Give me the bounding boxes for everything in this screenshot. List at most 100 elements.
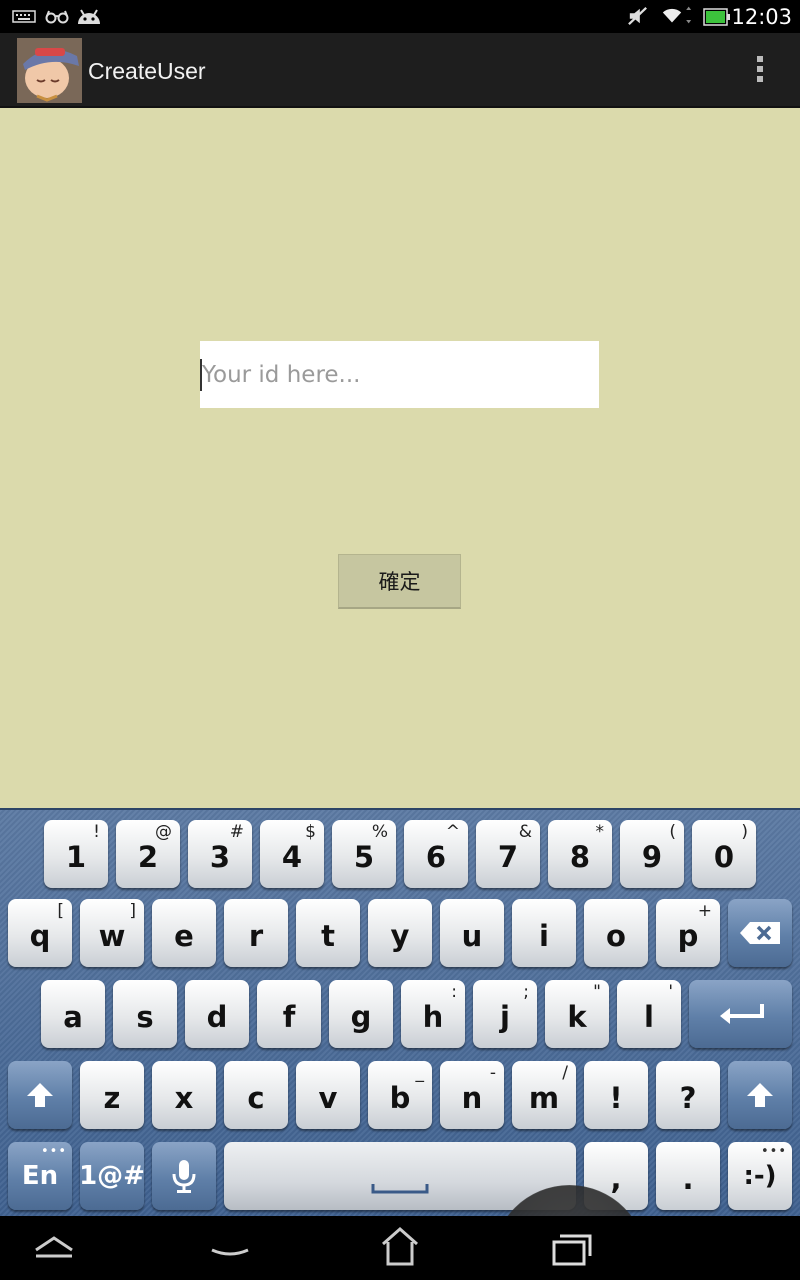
shift-key-right[interactable] — [728, 1061, 792, 1129]
key-9-label: 9 — [641, 840, 663, 874]
key-k[interactable]: k " — [545, 980, 609, 1048]
id-input[interactable] — [200, 341, 599, 408]
key-q[interactable]: q[ — [8, 899, 72, 967]
key-c[interactable]: c — [224, 1061, 288, 1129]
key-0[interactable]: 0) — [692, 820, 756, 888]
key-c-label: c — [247, 1081, 265, 1115]
key-t[interactable]: t — [296, 899, 360, 967]
key-0-alt-label: ) — [741, 822, 748, 842]
key-v[interactable]: v — [296, 1061, 360, 1129]
soft-keyboard: 1! 2 @3 #4 $5% 6 ^ 7 & 8 * 9(0) q[w] e r t y u i o p + a s d f g h:… — [0, 808, 800, 1216]
key-w-label: w — [98, 919, 126, 953]
key-o[interactable]: o — [584, 899, 648, 967]
key-m[interactable]: m / — [512, 1061, 576, 1129]
key-h-alt-label: : — [451, 982, 457, 1002]
key-8-alt-label: * — [595, 822, 605, 842]
key-j-alt-label: ; — [523, 982, 529, 1002]
backspace-key[interactable] — [728, 899, 792, 967]
key-y[interactable]: y — [368, 899, 432, 967]
shift-icon — [747, 1083, 773, 1107]
key-h[interactable]: h: — [401, 980, 465, 1048]
content-area: 確定 — [0, 108, 800, 808]
key-2-label: 2 — [137, 840, 159, 874]
key-7-alt-label: & — [518, 822, 532, 842]
key-p-alt-label: + — [697, 901, 712, 921]
recent-apps-icon[interactable] — [540, 1224, 600, 1272]
voice-input-key[interactable] — [152, 1142, 216, 1210]
key-m-label: m — [528, 1081, 560, 1115]
key-m-alt-label: / — [562, 1063, 568, 1083]
key-q-label: q — [29, 919, 51, 953]
key-l[interactable]: l ' — [617, 980, 681, 1048]
microphone-icon — [172, 1160, 196, 1193]
battery-icon — [703, 8, 730, 26]
key-x[interactable]: x — [152, 1061, 216, 1129]
key-5[interactable]: 5% — [332, 820, 396, 888]
key-7[interactable]: 7 & — [476, 820, 540, 888]
language-key[interactable]: En ••• — [8, 1142, 72, 1210]
key-i[interactable]: i — [512, 899, 576, 967]
shift-key-left[interactable] — [8, 1061, 72, 1129]
overflow-menu-icon[interactable] — [750, 56, 770, 88]
key-8[interactable]: 8 * — [548, 820, 612, 888]
key-u[interactable]: u — [440, 899, 504, 967]
key-v-label: v — [318, 1081, 338, 1115]
key-s[interactable]: s — [113, 980, 177, 1048]
key-n[interactable]: n- — [440, 1061, 504, 1129]
key-3[interactable]: 3 # — [188, 820, 252, 888]
key-g[interactable]: g — [329, 980, 393, 1048]
confirm-button[interactable]: 確定 — [338, 554, 461, 609]
key-1-label: 1 — [65, 840, 87, 874]
key-u-label: u — [461, 919, 483, 953]
space-bar-icon — [371, 1184, 429, 1194]
enter-key[interactable] — [689, 980, 792, 1048]
key-w[interactable]: w] — [80, 899, 144, 967]
key-o-label: o — [606, 919, 626, 953]
key-6[interactable]: 6 ^ — [404, 820, 468, 888]
key-f[interactable]: f — [257, 980, 321, 1048]
key-9[interactable]: 9( — [620, 820, 684, 888]
key-r[interactable]: r — [224, 899, 288, 967]
language-key-label: En — [21, 1161, 59, 1191]
no-sound-icon — [628, 6, 647, 26]
app-icon[interactable] — [17, 38, 82, 103]
key-h-label: h — [422, 1000, 444, 1034]
android-icon — [78, 9, 100, 24]
key-b[interactable]: b _ — [368, 1061, 432, 1129]
key-d-label: d — [206, 1000, 228, 1034]
key-3-label: 3 — [209, 840, 231, 874]
hide-keyboard-icon[interactable] — [200, 1224, 260, 1272]
key-2-alt-label: @ — [155, 822, 172, 842]
key-a[interactable]: a — [41, 980, 105, 1048]
key-e[interactable]: e — [152, 899, 216, 967]
key-1[interactable]: 1! — [44, 820, 108, 888]
key-b-label: b — [389, 1081, 411, 1115]
key-exclamation[interactable]: ! — [584, 1061, 648, 1129]
period-key[interactable]: . — [656, 1142, 720, 1210]
key-q-alt-label: [ — [57, 901, 64, 921]
key-e-label: e — [174, 919, 194, 953]
key-6-alt-label: ^ — [445, 822, 460, 842]
key-0-label: 0 — [713, 840, 735, 874]
key-question-label: ? — [679, 1081, 697, 1115]
key-4[interactable]: 4 $ — [260, 820, 324, 888]
key-d[interactable]: d — [185, 980, 249, 1048]
key-l-label: l — [644, 1000, 654, 1034]
avatar-icon — [17, 38, 82, 103]
smiley-key[interactable]: :-) ••• — [728, 1142, 792, 1210]
key-z[interactable]: z — [80, 1061, 144, 1129]
key-5-alt-label: % — [371, 822, 388, 842]
enter-icon — [719, 1004, 764, 1024]
key-2[interactable]: 2 @ — [116, 820, 180, 888]
key-question[interactable]: ? — [656, 1061, 720, 1129]
back-icon[interactable] — [24, 1224, 84, 1272]
home-icon[interactable] — [370, 1224, 430, 1272]
key-j[interactable]: j; — [473, 980, 537, 1048]
comma-key-label: , — [610, 1162, 622, 1196]
key-p[interactable]: p + — [656, 899, 720, 967]
key-t-label: t — [321, 919, 335, 953]
key-y-label: y — [390, 919, 410, 953]
symbols-key[interactable]: 1@# — [79, 1142, 145, 1210]
period-key-label: . — [682, 1162, 694, 1196]
key-1-alt-label: ! — [93, 822, 100, 842]
